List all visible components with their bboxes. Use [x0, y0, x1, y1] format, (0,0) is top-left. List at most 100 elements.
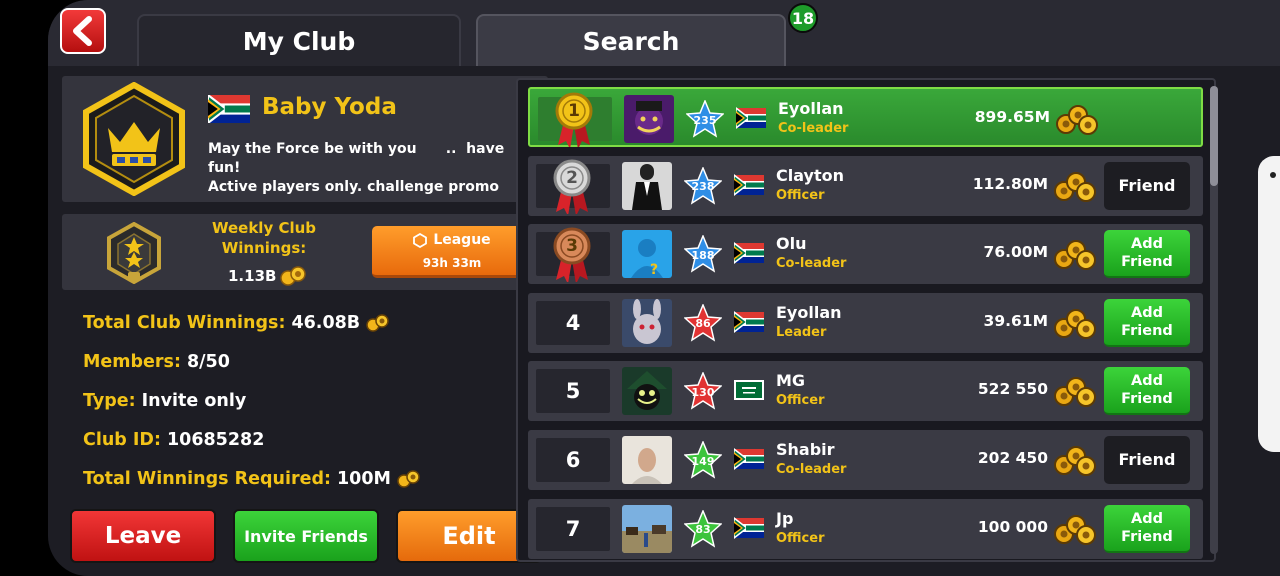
weekly-winnings-card: Weekly Club Winnings: 1.13B League 93h 3…: [62, 214, 548, 290]
league-badge-icon: [107, 222, 161, 284]
level-star: 235: [685, 99, 725, 138]
level-star: 149: [683, 440, 723, 479]
member-row[interactable]: 1 235 Eyollan Co-leader 899.65M: [528, 87, 1203, 147]
member-name: Eyollan: [776, 302, 842, 322]
coin-stack-icon: [1054, 308, 1096, 339]
member-row[interactable]: 6 149 Shabir Co-leader 202 450 Friend: [528, 430, 1203, 490]
member-coins: 76.00M: [983, 243, 1048, 262]
coin-stack-icon: [280, 266, 307, 286]
club-description: May the Force be with you .. have fun! A…: [208, 141, 505, 195]
level-number: 130: [691, 385, 715, 399]
south-africa-flag-icon: [734, 173, 764, 196]
member-row[interactable]: 4 86 Eyollan Leader 39.61M Add Friend: [528, 292, 1203, 353]
add-friend-button[interactable]: Add Friend: [1104, 504, 1190, 553]
tab-my-club-label: My Club: [242, 26, 356, 56]
member-role: Co-leader: [776, 462, 847, 477]
club-stat: Total Winnings Required: 100M: [83, 469, 423, 489]
back-button[interactable]: [60, 8, 106, 54]
tab-search[interactable]: Search: [476, 14, 786, 66]
level-number: 83: [695, 523, 711, 537]
south-africa-flag-icon: [734, 310, 764, 333]
saudi-arabia-flag-icon: [734, 380, 764, 401]
svg-text:?: ?: [650, 262, 658, 278]
rank-box: 4: [536, 300, 610, 345]
add-friend-button[interactable]: Add Friend: [1104, 230, 1190, 279]
coin-stack-icon: [1054, 171, 1096, 202]
members-scrollbar[interactable]: [1210, 86, 1218, 554]
coin-stack-icon: [1054, 514, 1096, 545]
friend-button[interactable]: Friend: [1104, 161, 1190, 210]
member-role: Co-leader: [776, 256, 847, 272]
member-name: Eyollan: [778, 99, 844, 118]
member-row[interactable]: 3? 188 Olu Co-leader 76.00M Add Friend: [528, 224, 1203, 285]
rank-number: 5: [565, 379, 581, 404]
club-stat-label: Club ID:: [83, 430, 161, 450]
member-coins: 202 450: [977, 449, 1048, 467]
member-row[interactable]: 5 130 MG Officer 522 550 Add Friend: [528, 361, 1203, 422]
club-name: Baby Yoda: [262, 94, 397, 120]
friend-button[interactable]: Friend: [1104, 436, 1190, 484]
level-number: 238: [691, 180, 715, 194]
league-label-row: League: [372, 232, 532, 248]
member-coins: 522 550: [977, 380, 1048, 399]
member-role: Officer: [776, 530, 825, 546]
hexagon-icon: [413, 232, 428, 248]
member-coins: 100 000: [977, 517, 1048, 536]
avatar: [622, 436, 672, 484]
club-stat-label: Total Winnings Required:: [83, 469, 331, 489]
member-role: Officer: [776, 187, 825, 203]
avatar: [622, 504, 672, 553]
tab-my-club[interactable]: My Club: [137, 14, 461, 66]
avatar: [622, 367, 672, 416]
invite-friends-button-label: Invite Friends: [244, 526, 368, 546]
rank-number: 3: [566, 236, 578, 257]
coin-stack-icon: [397, 470, 420, 488]
leave-button[interactable]: Leave: [70, 509, 216, 563]
club-stat-label: Type:: [83, 391, 136, 411]
add-friend-button[interactable]: Add Friend: [1104, 367, 1190, 416]
rank-number: 7: [565, 516, 581, 541]
rank-number: 6: [565, 448, 581, 472]
back-arrow-icon: [73, 16, 92, 46]
side-panel-handle[interactable]: [1258, 156, 1280, 452]
club-stat: Members: 8/50: [83, 352, 230, 372]
rank-box: 7: [536, 506, 610, 551]
league-label: League: [433, 232, 491, 248]
coin-stack-icon: [1054, 446, 1096, 476]
south-africa-flag-icon: [736, 107, 766, 129]
member-name: Jp: [776, 508, 794, 528]
level-number: 188: [691, 248, 715, 262]
avatar: [622, 298, 672, 347]
level-number: 235: [693, 113, 717, 127]
member-role: Leader: [776, 324, 827, 340]
club-stat-label: Members:: [83, 352, 181, 372]
club-stat: Club ID: 10685282: [83, 430, 264, 450]
add-friend-button[interactable]: Add Friend: [1104, 298, 1190, 347]
league-button[interactable]: League 93h 33m: [372, 226, 532, 278]
member-role: Co-leader: [778, 121, 849, 136]
weekly-winnings-value: 1.13B: [228, 266, 308, 286]
club-stat-value: 100M: [336, 469, 391, 489]
club-stat: Total Club Winnings: 46.08B: [83, 313, 392, 333]
scrollbar-thumb[interactable]: [1210, 86, 1218, 186]
south-africa-flag-icon: [734, 516, 764, 539]
member-row[interactable]: 7 83 Jp Officer 100 000 Add Friend: [528, 498, 1203, 559]
level-star: 188: [683, 234, 723, 273]
member-name: Olu: [776, 234, 807, 254]
coin-stack-icon: [1056, 105, 1098, 135]
handle-dot: [1270, 172, 1276, 178]
rank-box: 6: [536, 438, 610, 482]
coin-stack-icon: [1054, 240, 1096, 271]
level-star: 238: [683, 165, 723, 205]
member-coins: 899.65M: [974, 108, 1050, 126]
member-row[interactable]: 2 238 Clayton Officer 112.80M Friend: [528, 155, 1203, 216]
avatar: [624, 95, 674, 143]
club-stat-value: 46.08B: [291, 313, 361, 333]
club-stat-value: 8/50: [186, 352, 230, 372]
club-stat-value: 10685282: [166, 430, 265, 450]
invite-friends-button[interactable]: Invite Friends: [233, 509, 379, 563]
member-name: Shabir: [776, 440, 835, 459]
member-coins: 39.61M: [983, 311, 1048, 330]
level-star: 83: [683, 508, 723, 548]
level-number: 86: [695, 317, 711, 331]
